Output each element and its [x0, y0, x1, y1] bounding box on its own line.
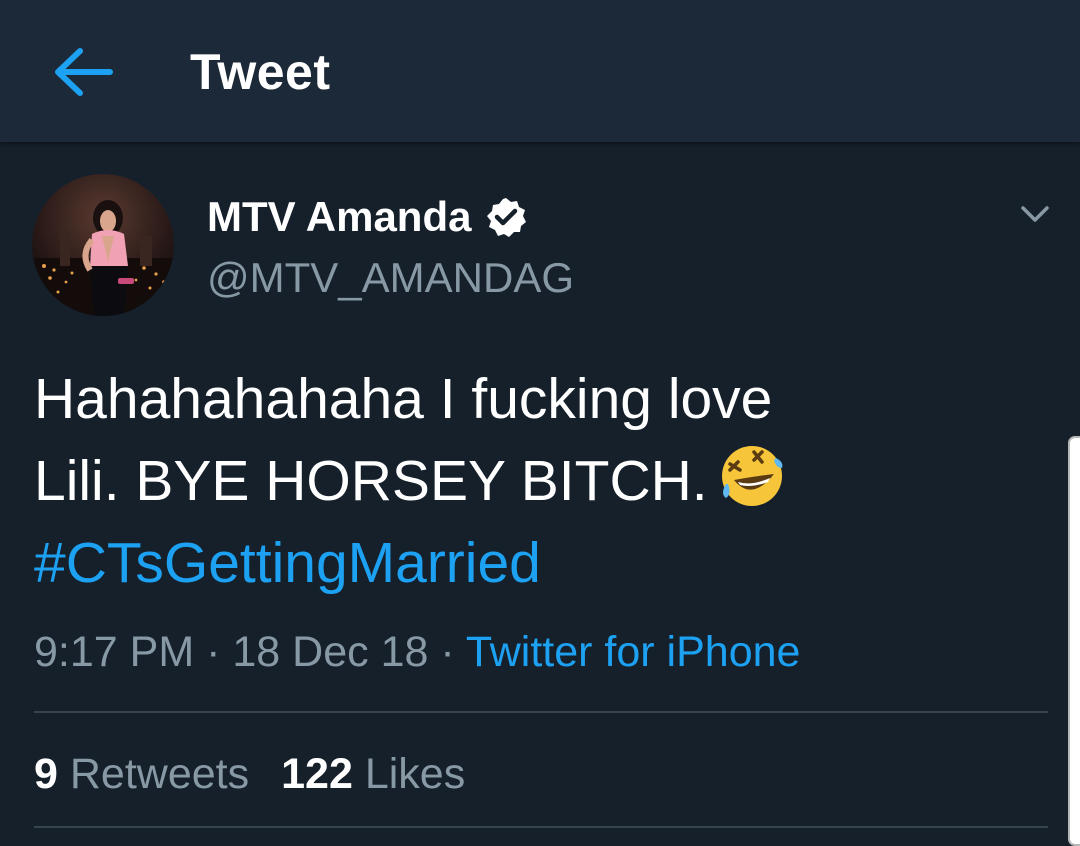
tweet-date: 18 Dec 18: [232, 628, 429, 676]
tweet-text-segment: Lili. BYE HORSEY BITCH.: [34, 449, 708, 513]
likes-label: Likes: [364, 750, 466, 798]
arrow-left-icon: [55, 48, 113, 96]
author-handle[interactable]: @MTV_AMANDAG: [207, 252, 574, 304]
scrollbar[interactable]: [1068, 436, 1080, 846]
divider: [34, 826, 1048, 828]
tweet-text-line: Hahahahahaha I fucking love: [34, 367, 773, 431]
tweet-stats: 9 Retweets 122 Likes: [34, 746, 465, 802]
author-display-name: MTV Amanda: [207, 193, 472, 240]
retweets-count: 9: [34, 750, 58, 798]
profile-photo: [32, 174, 174, 316]
meta-separator: ·: [206, 628, 221, 676]
tweet-metadata: 9:17 PM · 18 Dec 18 · Twitter for iPhone: [34, 624, 800, 680]
tweet-time: 9:17 PM: [34, 628, 195, 676]
divider: [34, 711, 1048, 713]
avatar[interactable]: [32, 174, 174, 316]
tweet-source-link[interactable]: Twitter for iPhone: [466, 628, 801, 676]
retweets-label: Retweets: [69, 750, 250, 798]
tweet-options-button[interactable]: [1012, 196, 1058, 232]
top-app-bar: Tweet: [0, 0, 1080, 142]
likes-stat[interactable]: 122 Likes: [281, 750, 465, 798]
tweet-text: Hahahahahaha I fucking love Lili. BYE HO…: [34, 358, 1044, 604]
likes-count: 122: [281, 750, 353, 798]
tweet-text-line-with-emoji: Lili. BYE HORSEY BITCH.: [34, 440, 1044, 522]
chevron-down-icon: [1021, 206, 1049, 222]
back-button[interactable]: [46, 36, 122, 108]
author-name[interactable]: MTV Amanda: [207, 192, 527, 242]
rolling-on-the-floor-laughing-icon: [721, 446, 783, 506]
hashtag-link[interactable]: #CTsGettingMarried: [34, 522, 1044, 604]
retweets-stat[interactable]: 9 Retweets: [34, 750, 249, 798]
page-title: Tweet: [190, 44, 331, 100]
meta-separator: ·: [440, 628, 455, 676]
verified-badge-icon: [487, 198, 527, 237]
